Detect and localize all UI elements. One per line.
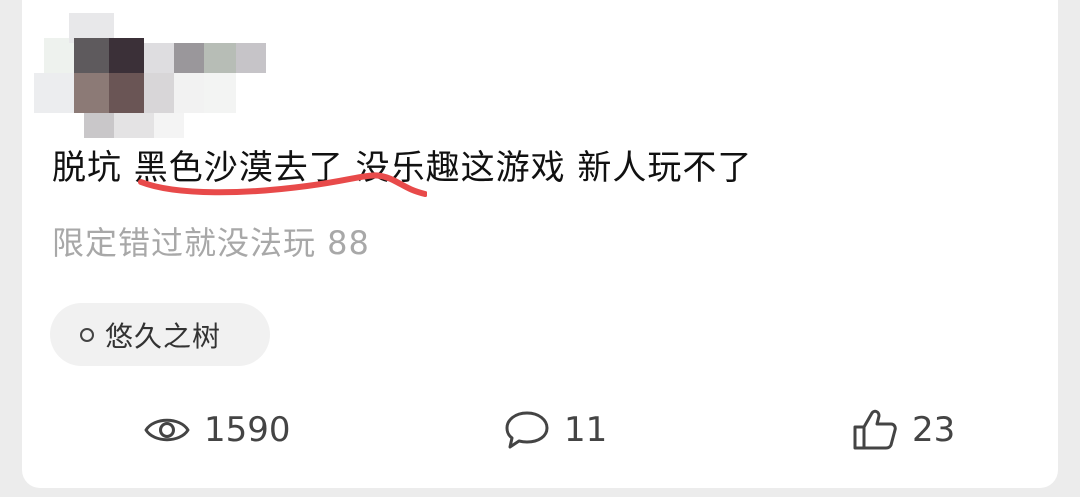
post-subtext: 限定错过就没法玩 88 <box>52 224 370 262</box>
post-card[interactable]: 脱坑 黑色沙漠去了 没乐趣这游戏 新人玩不了 限定错过就没法玩 88 悠久之树 … <box>22 0 1058 488</box>
views-count: 1590 <box>204 410 291 450</box>
thumbs-up-icon <box>853 409 897 450</box>
views-stat[interactable]: 1590 <box>144 405 291 455</box>
post-text: 脱坑 黑色沙漠去了 没乐趣这游戏 新人玩不了 <box>52 148 753 188</box>
topic-tag-label: 悠久之树 <box>105 319 222 353</box>
topic-tag-chip[interactable]: 悠久之树 <box>50 303 270 366</box>
likes-count: 23 <box>912 410 956 450</box>
avatar[interactable] <box>34 8 266 138</box>
eye-icon <box>144 418 190 442</box>
likes-stat[interactable]: 23 <box>852 405 955 455</box>
circle-icon <box>80 327 94 342</box>
comment-icon <box>505 411 549 449</box>
comments-stat[interactable]: 11 <box>504 405 607 455</box>
comments-count: 11 <box>564 410 608 450</box>
